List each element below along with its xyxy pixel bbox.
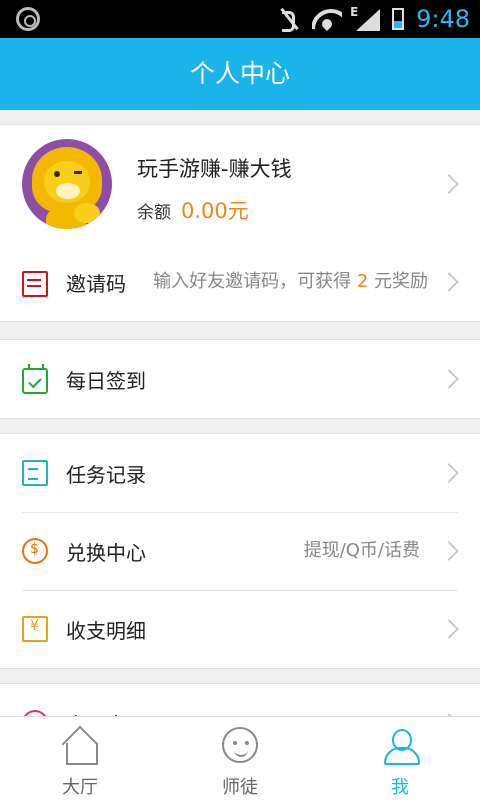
daily-card: 每日签到 — [0, 339, 480, 419]
balance-value: 0.00元 — [181, 199, 249, 223]
profile-card: 玩手游赚-赚大钱 余额 0.00元 邀请码 输入好友邀请码，可获得 2 元奖励 — [0, 124, 480, 322]
invite-code-hint: 输入好友邀请码，可获得 2 元奖励 — [153, 271, 428, 292]
balance: 余额 0.00元 — [137, 195, 249, 225]
daily-signin-label: 每日签到 — [66, 368, 146, 393]
task-records-label: 任务记录 — [66, 462, 146, 487]
hall-icon — [62, 727, 98, 765]
document-icon — [22, 460, 48, 486]
battery-icon — [392, 8, 405, 30]
invite-code-label: 邀请码 — [66, 271, 126, 296]
chevron-right-icon — [439, 619, 459, 639]
tab-hall[interactable]: 大厅 — [0, 717, 160, 800]
chevron-right-icon — [439, 174, 459, 194]
exchange-center-row[interactable]: 兑换中心 提现/Q币/话费 — [0, 512, 480, 590]
mentor-icon — [222, 727, 258, 763]
settings-icon — [16, 7, 40, 31]
income-expense-label: 收支明细 — [66, 618, 146, 643]
tab-mentor[interactable]: 师徒 — [160, 717, 320, 800]
menu-card: 任务记录 兑换中心 提现/Q币/话费 收支明细 — [0, 433, 480, 669]
profile-row[interactable]: 玩手游赚-赚大钱 余额 0.00元 — [0, 125, 480, 243]
tab-hall-label: 大厅 — [62, 777, 98, 798]
daily-signin-row[interactable]: 每日签到 — [0, 340, 480, 418]
chevron-right-icon — [439, 541, 459, 561]
chevron-right-icon — [439, 369, 459, 389]
chevron-right-icon — [439, 272, 459, 292]
income-expense-row[interactable]: 收支明细 — [0, 590, 480, 668]
exchange-icon — [22, 538, 48, 564]
signal-icon: E — [350, 5, 381, 31]
page-title: 个人中心 — [0, 38, 480, 110]
invite-reward-amount: 2 — [356, 271, 369, 292]
network-type: E — [350, 5, 359, 19]
avatar[interactable] — [22, 139, 112, 229]
status-bar: E 9:48 — [0, 0, 480, 38]
bottom-tab-bar: 大厅 师徒 我 — [0, 716, 480, 800]
tab-mentor-label: 师徒 — [222, 777, 258, 798]
invite-icon — [22, 270, 48, 297]
mute-icon — [278, 8, 300, 32]
task-records-row[interactable]: 任务记录 — [0, 434, 480, 512]
chevron-right-icon — [439, 463, 459, 483]
calendar-check-icon — [22, 363, 48, 394]
tab-me[interactable]: 我 — [320, 717, 480, 800]
exchange-center-label: 兑换中心 — [66, 540, 146, 565]
balance-label: 余额 — [137, 203, 171, 223]
status-time: 9:48 — [416, 5, 470, 33]
bill-icon — [22, 616, 48, 642]
me-icon — [382, 727, 420, 765]
wifi-icon — [312, 7, 342, 31]
profile-name: 玩手游赚-赚大钱 — [137, 157, 292, 181]
invite-code-row[interactable]: 邀请码 输入好友邀请码，可获得 2 元奖励 — [0, 243, 480, 321]
exchange-center-value: 提现/Q币/话费 — [303, 540, 420, 561]
tab-me-label: 我 — [391, 777, 409, 798]
